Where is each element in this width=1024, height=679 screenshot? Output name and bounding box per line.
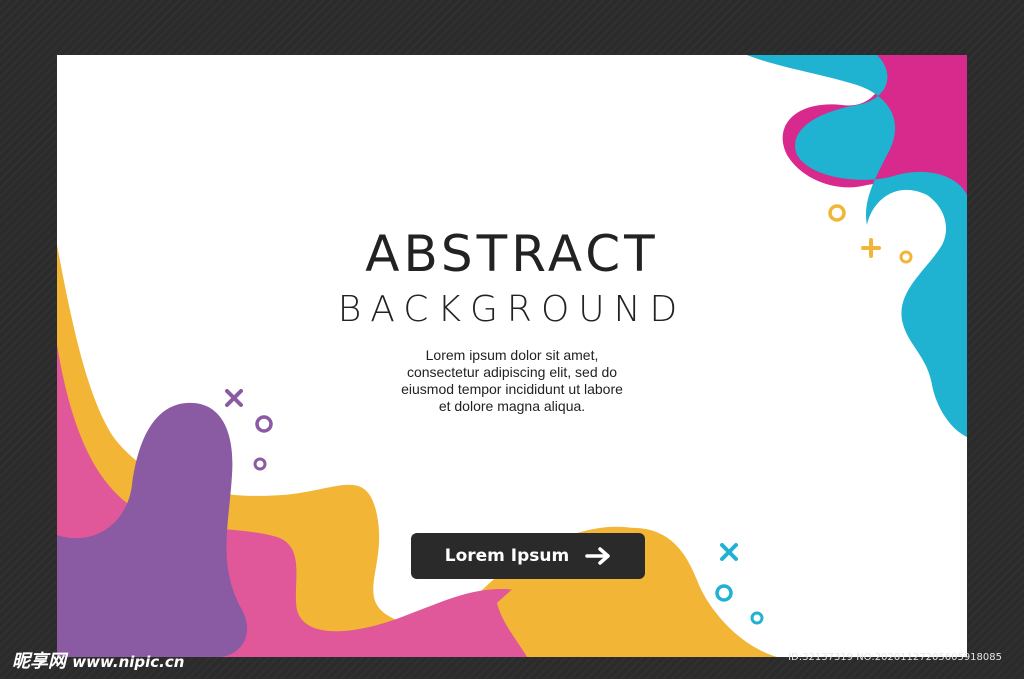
lorem-ipsum-button[interactable]: Lorem Ipsum — [411, 533, 645, 579]
body-line: eiusmod tempor incididunt ut labore — [401, 381, 623, 397]
watermark-url: www.nipic.cn — [72, 653, 185, 671]
yellow-ring-icon — [828, 204, 846, 222]
body-line: et dolore magna aliqua. — [438, 398, 586, 414]
arrow-right-icon — [585, 547, 610, 565]
cta-label: Lorem Ipsum — [444, 546, 570, 566]
body-line: consectetur adipiscing elit, sed do — [406, 364, 618, 380]
watermark-logo: 昵享网 www.nipic.cn — [12, 647, 184, 673]
cyan-ring-small-icon — [750, 611, 764, 625]
title-abstract: ABSTRACT — [365, 225, 659, 283]
cyan-cross-icon — [720, 543, 738, 561]
watermark-id: ID:32137319 NO:20201127205605918085 — [788, 652, 1002, 663]
purple-ring-icon — [255, 415, 273, 433]
body-text: Lorem ipsum dolor sit amet, consectetur … — [362, 347, 662, 415]
cyan-ring-icon — [715, 584, 733, 602]
purple-cross-icon — [225, 389, 243, 407]
watermark-logo-text: 昵享网 — [12, 651, 66, 672]
purple-ring-small-icon — [253, 457, 267, 471]
body-line: Lorem ipsum dolor sit amet, — [425, 347, 599, 363]
title-background: BACKGROUND — [337, 289, 687, 330]
abstract-card: ABSTRACT BACKGROUND Lorem ipsum dolor si… — [57, 55, 967, 657]
